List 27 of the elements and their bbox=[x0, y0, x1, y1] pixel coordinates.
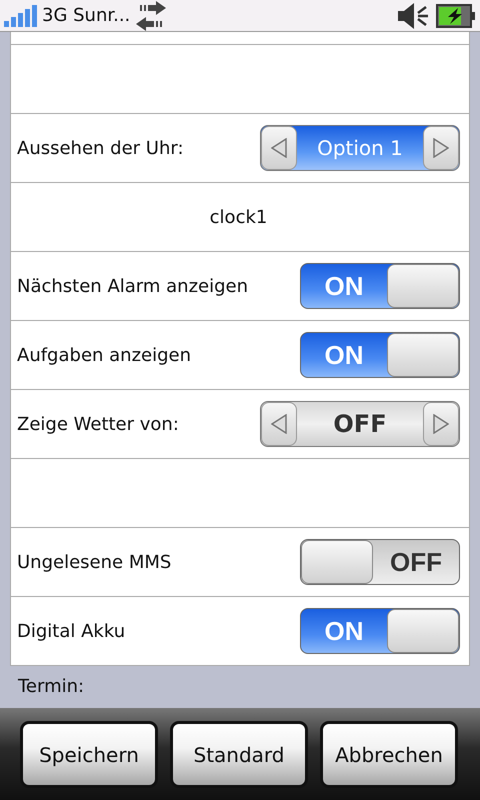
left-triangle-icon bbox=[271, 414, 287, 434]
clock-face-name: clock1 bbox=[208, 206, 268, 228]
previous-button[interactable] bbox=[261, 126, 297, 170]
section-label: Termin: bbox=[17, 675, 86, 699]
signal-icon bbox=[4, 4, 38, 26]
action-button[interactable]: Speichern bbox=[20, 721, 158, 788]
setting-label: Digital Akku bbox=[17, 620, 126, 642]
left-triangle-icon bbox=[271, 138, 287, 158]
toggle-switch[interactable]: OFF bbox=[300, 539, 460, 585]
option-value: OFF bbox=[332, 409, 388, 440]
carrier-name: 3G Sunr... bbox=[42, 5, 130, 26]
action-button[interactable]: Abbrechen bbox=[320, 721, 458, 788]
toggle-switch[interactable]: ON bbox=[300, 332, 460, 378]
setting-label: Aussehen der Uhr: bbox=[17, 138, 185, 158]
setting-label: Nächsten Alarm anzeigen bbox=[17, 276, 249, 296]
next-button[interactable] bbox=[423, 126, 459, 170]
battery-charging-icon bbox=[436, 4, 476, 28]
right-triangle-icon bbox=[433, 138, 449, 158]
setting-label: Zeige Wetter von: bbox=[17, 414, 180, 434]
setting-label: Ungelesene MMS bbox=[17, 552, 172, 572]
right-triangle-icon bbox=[433, 414, 449, 434]
toggle-switch[interactable]: ON bbox=[300, 263, 460, 309]
option-value: Option 1 bbox=[316, 135, 404, 162]
setting-label: Aufgaben anzeigen bbox=[17, 344, 192, 366]
toggle-switch[interactable]: ON bbox=[300, 608, 460, 654]
action-button[interactable]: Standard bbox=[170, 721, 308, 788]
data-transfer-icon bbox=[134, 0, 168, 30]
